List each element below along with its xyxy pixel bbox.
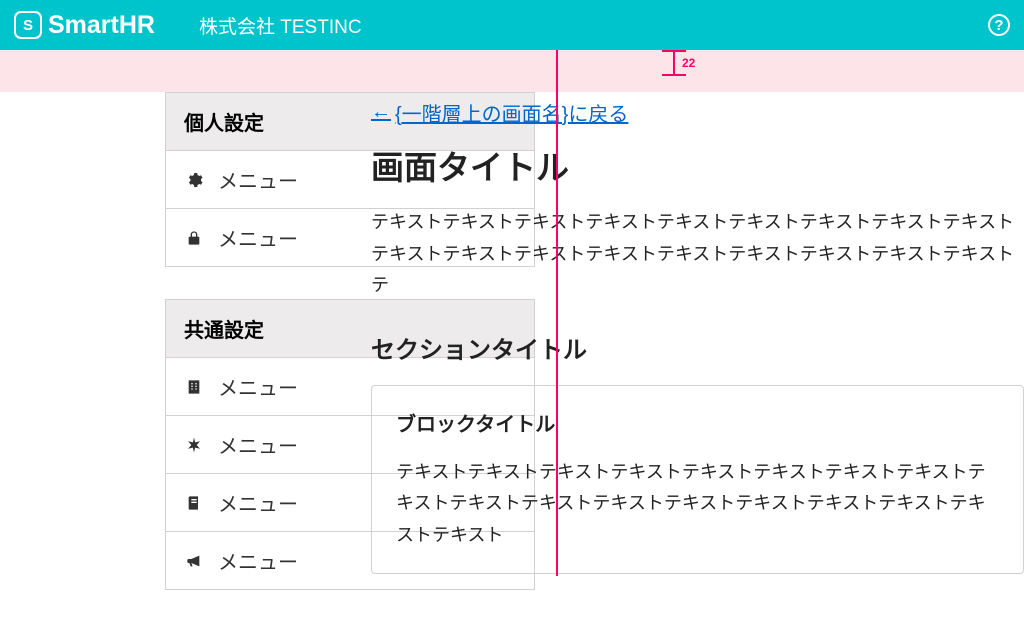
notification-bar	[0, 50, 1024, 92]
sidebar-item-label: メニュー	[218, 372, 298, 401]
arrow-left-icon: ←	[371, 101, 391, 124]
back-link[interactable]: ← {一階層上の画面名}に戻る	[371, 98, 628, 127]
page-title: 画面タイトル	[371, 141, 1024, 189]
block-text: テキストテキストテキストテキストテキストテキストテキストテキストテキストテキスト…	[396, 457, 999, 552]
asterisk-icon	[184, 435, 204, 455]
measurement-value: 22	[682, 56, 695, 70]
content-block: ブロックタイトル テキストテキストテキストテキストテキストテキストテキストテキス…	[371, 385, 1024, 575]
main-container: 個人設定 メニュー メニュー 共通設定 メニュー メニュー	[0, 92, 1024, 622]
sidebar-item-label: メニュー	[218, 430, 298, 459]
megaphone-icon	[184, 551, 204, 571]
main-content: ← {一階層上の画面名}に戻る 画面タイトル テキストテキストテキストテキストテ…	[365, 92, 1024, 622]
logo-icon: S	[14, 11, 42, 39]
building-icon	[184, 377, 204, 397]
company-name: 株式会社 TESTINC	[199, 12, 362, 39]
logo-text: SmartHR	[48, 11, 155, 40]
sidebar: 個人設定 メニュー メニュー 共通設定 メニュー メニュー	[0, 92, 365, 622]
section-title: セクションタイトル	[371, 330, 1024, 365]
sidebar-item-label: メニュー	[218, 546, 298, 575]
sidebar-item-label: メニュー	[218, 165, 298, 194]
app-header: S SmartHR 株式会社 TESTINC ?	[0, 0, 1024, 50]
page-description: テキストテキストテキストテキストテキストテキストテキストテキストテキストテキスト…	[371, 207, 1024, 302]
lock-icon	[184, 228, 204, 248]
block-title: ブロックタイトル	[396, 408, 999, 437]
logo[interactable]: S SmartHR	[14, 11, 155, 40]
logo-letter: S	[23, 17, 33, 34]
book-icon	[184, 493, 204, 513]
header-left: S SmartHR 株式会社 TESTINC	[14, 11, 362, 40]
measurement-tick	[662, 74, 686, 76]
help-icon[interactable]: ?	[988, 14, 1010, 36]
sidebar-item-label: メニュー	[218, 488, 298, 517]
sidebar-item-label: メニュー	[218, 223, 298, 252]
back-link-text: {一階層上の画面名}に戻る	[395, 98, 628, 127]
measurement-vline	[673, 50, 675, 74]
gear-icon	[184, 170, 204, 190]
measurement-vertical-line	[556, 50, 558, 576]
